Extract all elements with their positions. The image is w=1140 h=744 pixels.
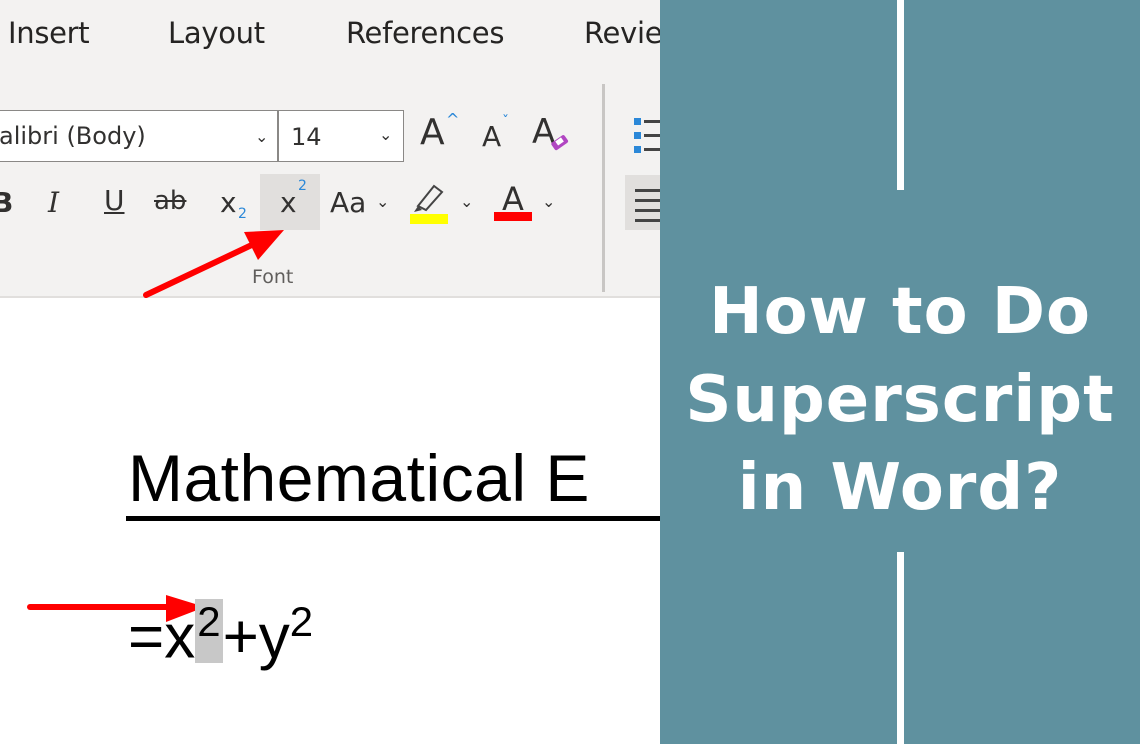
equation-superscript: 2 — [289, 598, 314, 645]
headline: How to Do Superscript in Word? — [660, 268, 1140, 532]
headline-line-2: Superscript — [685, 363, 1115, 437]
selected-superscript[interactable]: 2 — [195, 599, 223, 663]
equation-prefix: =x — [128, 602, 196, 672]
equation: =x2+y2 — [128, 598, 313, 673]
title-panel: How to Do Superscript in Word? — [660, 0, 1140, 744]
decorative-line-bottom — [897, 552, 904, 744]
equation-middle: +y — [222, 602, 290, 672]
annotation-arrow-equation — [27, 595, 205, 622]
headline-line-3: in Word? — [737, 451, 1063, 525]
decorative-line-top — [897, 0, 904, 190]
headline-line-1: How to Do — [709, 275, 1091, 349]
